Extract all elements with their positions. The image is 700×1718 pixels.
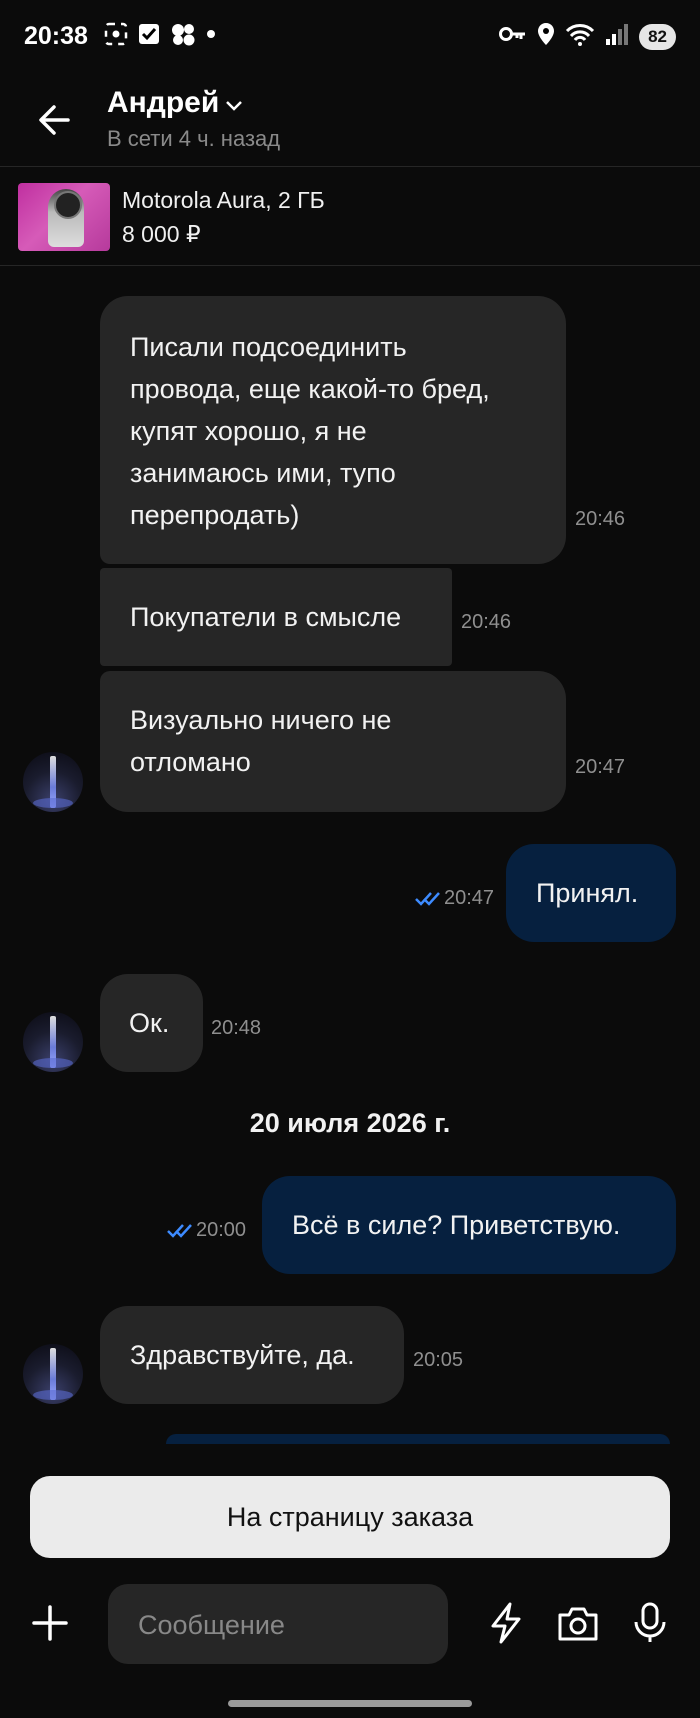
- microphone-icon[interactable]: [628, 1601, 672, 1645]
- message-line: Принял.: [536, 878, 639, 908]
- message-time: 20:05: [413, 1349, 464, 1371]
- contact-info[interactable]: Андрей В сети 4 ч. назад: [107, 86, 280, 152]
- message-bubble-outgoing[interactable]: Всё в силе? Приветствую.: [262, 1176, 676, 1274]
- message-line: купят хорошо, я не: [130, 416, 367, 446]
- message-line: отломано: [130, 747, 251, 777]
- dot-icon: [206, 29, 216, 39]
- message-input[interactable]: [136, 1584, 430, 1666]
- message-time: 20:00: [196, 1219, 247, 1241]
- message-bubble-incoming[interactable]: Визуально ничего не отломано: [100, 671, 566, 812]
- contact-avatar[interactable]: [23, 1012, 83, 1072]
- message-time: 20:46: [575, 508, 626, 530]
- chat-header: Андрей В сети 4 ч. назад: [0, 78, 700, 167]
- message-line: Покупатели в смысле: [130, 602, 402, 632]
- order-page-button[interactable]: На страницу заказа: [30, 1476, 670, 1558]
- product-price: 8 000 ₽: [122, 221, 201, 247]
- message-time: 20:46: [461, 611, 512, 633]
- product-title: Motorola Aura, 2 ГБ: [122, 187, 325, 213]
- message-input-container[interactable]: [108, 1584, 448, 1666]
- message-time: 20:47: [575, 756, 626, 778]
- message-bubble-incoming[interactable]: Ок.: [100, 974, 203, 1072]
- message-line: Здравствуйте, да.: [130, 1340, 355, 1370]
- battery-indicator: 82: [639, 23, 676, 50]
- app-cluster-icon: [170, 22, 196, 46]
- message-bubble-incoming[interactable]: Покупатели в смысле: [100, 568, 452, 666]
- location-icon: [537, 22, 555, 51]
- key-icon: [499, 24, 527, 49]
- contact-avatar[interactable]: [23, 752, 83, 812]
- checkbox-icon: [138, 23, 160, 45]
- notification-icons: [104, 22, 216, 46]
- message-line: Писали подсоединить: [130, 332, 407, 362]
- contact-avatar[interactable]: [23, 1344, 83, 1404]
- chevron-down-icon: [225, 86, 243, 120]
- wifi-icon: [565, 22, 595, 51]
- status-time: 20:38: [24, 22, 88, 50]
- message-bubble-incoming[interactable]: Здравствуйте, да.: [100, 1306, 404, 1404]
- message-bubble-outgoing-partial: [166, 1434, 670, 1444]
- lightning-icon[interactable]: [484, 1601, 528, 1645]
- system-icons: 82: [499, 22, 676, 51]
- message-line: Всё в силе? Приветствую.: [292, 1210, 621, 1240]
- product-card[interactable]: Motorola Aura, 2 ГБ 8 000 ₽: [0, 167, 700, 266]
- product-thumbnail: [18, 183, 110, 251]
- screenshot-icon: [104, 22, 128, 46]
- message-line: перепродать): [130, 500, 300, 530]
- message-time: 20:48: [211, 1017, 262, 1039]
- read-checkmarks-icon: [166, 1222, 194, 1245]
- message-bubble-outgoing[interactable]: Принял.: [506, 844, 676, 942]
- message-line: провода, еще какой-то бред,: [130, 374, 490, 404]
- message-line: Ок.: [129, 1008, 170, 1038]
- camera-icon[interactable]: [556, 1601, 600, 1645]
- back-arrow-icon[interactable]: [34, 100, 74, 140]
- date-separator: 20 июля 2026 г.: [249, 1108, 451, 1138]
- message-time: 20:47: [444, 887, 495, 909]
- contact-name[interactable]: Андрей: [107, 86, 280, 120]
- message-bubble-incoming[interactable]: Писали подсоединить провода, еще какой-т…: [100, 296, 566, 564]
- read-checkmarks-icon: [414, 890, 442, 913]
- message-line: занимаюсь ими, тупо: [130, 458, 396, 488]
- plus-icon[interactable]: [30, 1603, 70, 1643]
- home-indicator[interactable]: [228, 1700, 472, 1707]
- signal-icon: [605, 22, 629, 51]
- message-line: Визуально ничего не: [130, 705, 392, 735]
- presence-status: В сети 4 ч. назад: [107, 126, 281, 151]
- status-bar: 20:38 82: [0, 0, 700, 78]
